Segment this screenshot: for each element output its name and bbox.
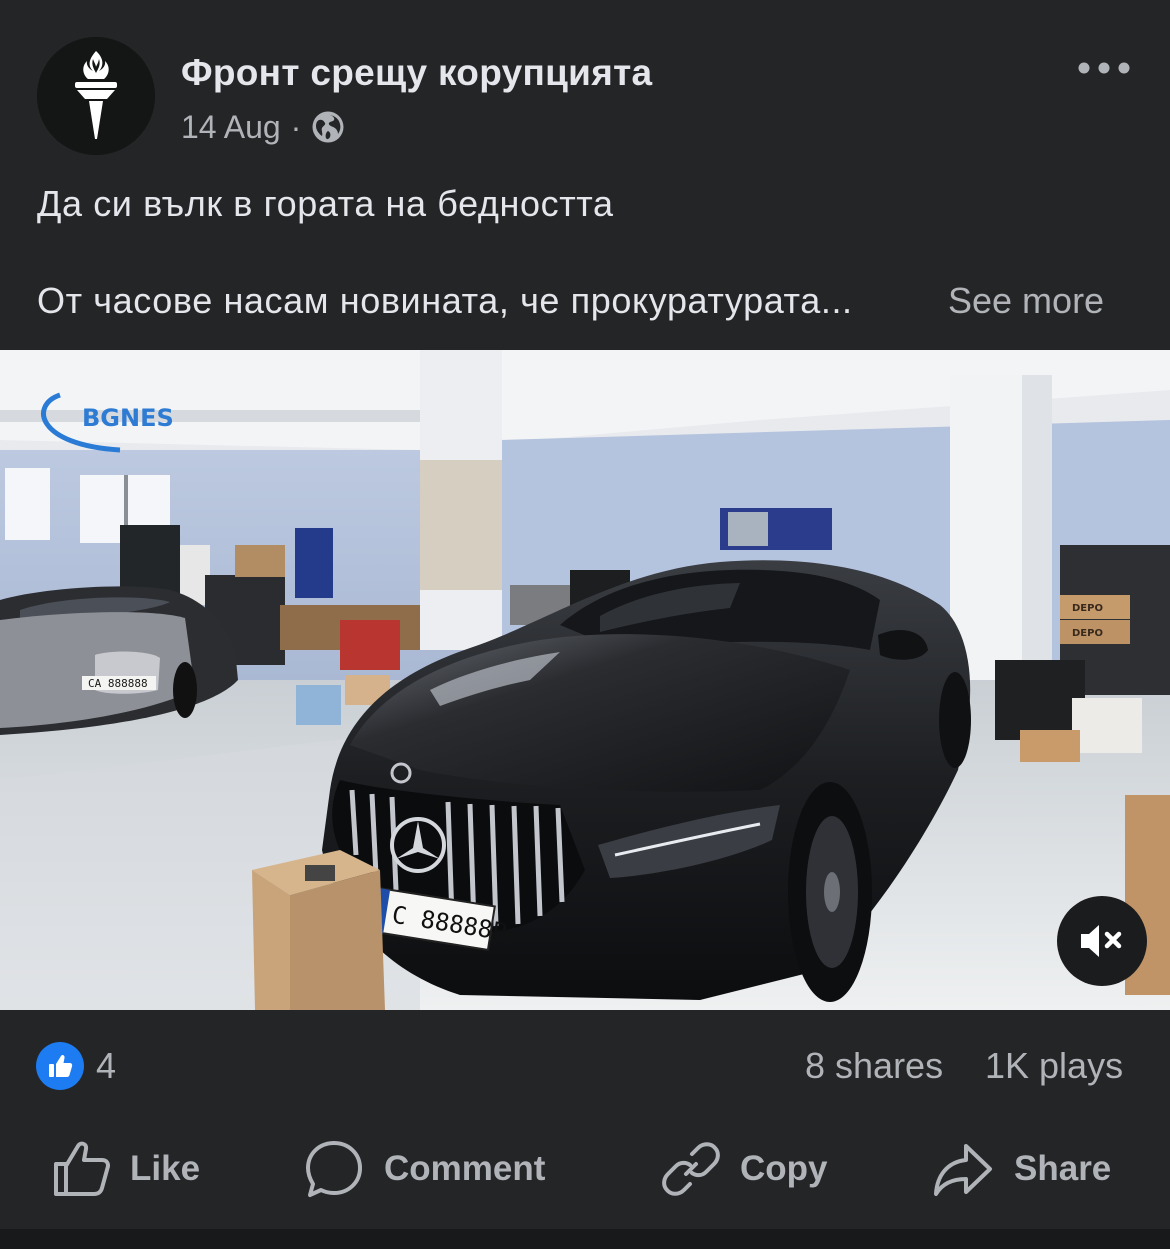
like-label: Like [130,1149,201,1188]
plays-count: 1K plays [985,1045,1124,1086]
comment-button[interactable]: Comment [304,1134,545,1204]
shares-count[interactable]: 8 shares [805,1045,943,1087]
link-icon [662,1142,720,1196]
comment-bubble-icon [306,1141,362,1197]
more-dots-icon[interactable] [1076,54,1132,82]
box-label-1: DEPO [1072,603,1103,614]
page-avatar[interactable] [37,37,155,155]
facebook-post: Фронт срещу корупцията 14 Aug · Да си въ… [0,0,1170,1249]
like-button[interactable]: Like [52,1134,200,1204]
mute-button[interactable] [1057,896,1147,986]
share-arrow-icon [934,1144,992,1196]
reaction-count[interactable]: 4 [96,1045,116,1087]
torch-logo-icon [37,37,155,155]
showroom-video-frame: DEPO DEPO СА 888888 С 88888Р BGNES [0,350,1170,1010]
copy-button[interactable]: Copy [662,1134,828,1204]
feed-divider [0,1229,1170,1249]
thumbs-up-outline-icon [54,1141,110,1196]
post-date[interactable]: 14 Aug [181,109,281,146]
copy-label: Copy [740,1149,828,1188]
video-player[interactable]: DEPO DEPO СА 888888 С 88888Р BGNES [0,350,1170,1010]
page-name[interactable]: Фронт срещу корупцията [181,52,652,94]
post-text-line1: Да си вълк в гората на бедността [37,183,614,224]
share-button[interactable]: Share [932,1134,1111,1204]
bugatti-plate: СА 888888 [88,677,148,690]
globe-icon [312,111,344,143]
post-meta: 14 Aug · [181,106,345,148]
thumbs-up-icon [49,1054,73,1077]
comment-label: Comment [384,1149,546,1188]
post-text-line2: От часове насам новината, че прокуратура… [37,280,853,321]
box-label-2: DEPO [1072,628,1103,639]
meta-separator: · [290,108,302,145]
bgnes-watermark: BGNES [82,404,174,432]
muted-speaker-icon [1081,925,1122,957]
share-label: Share [1014,1149,1112,1188]
like-reaction-icon[interactable] [36,1042,84,1090]
see-more-link[interactable]: See more [948,280,1104,322]
